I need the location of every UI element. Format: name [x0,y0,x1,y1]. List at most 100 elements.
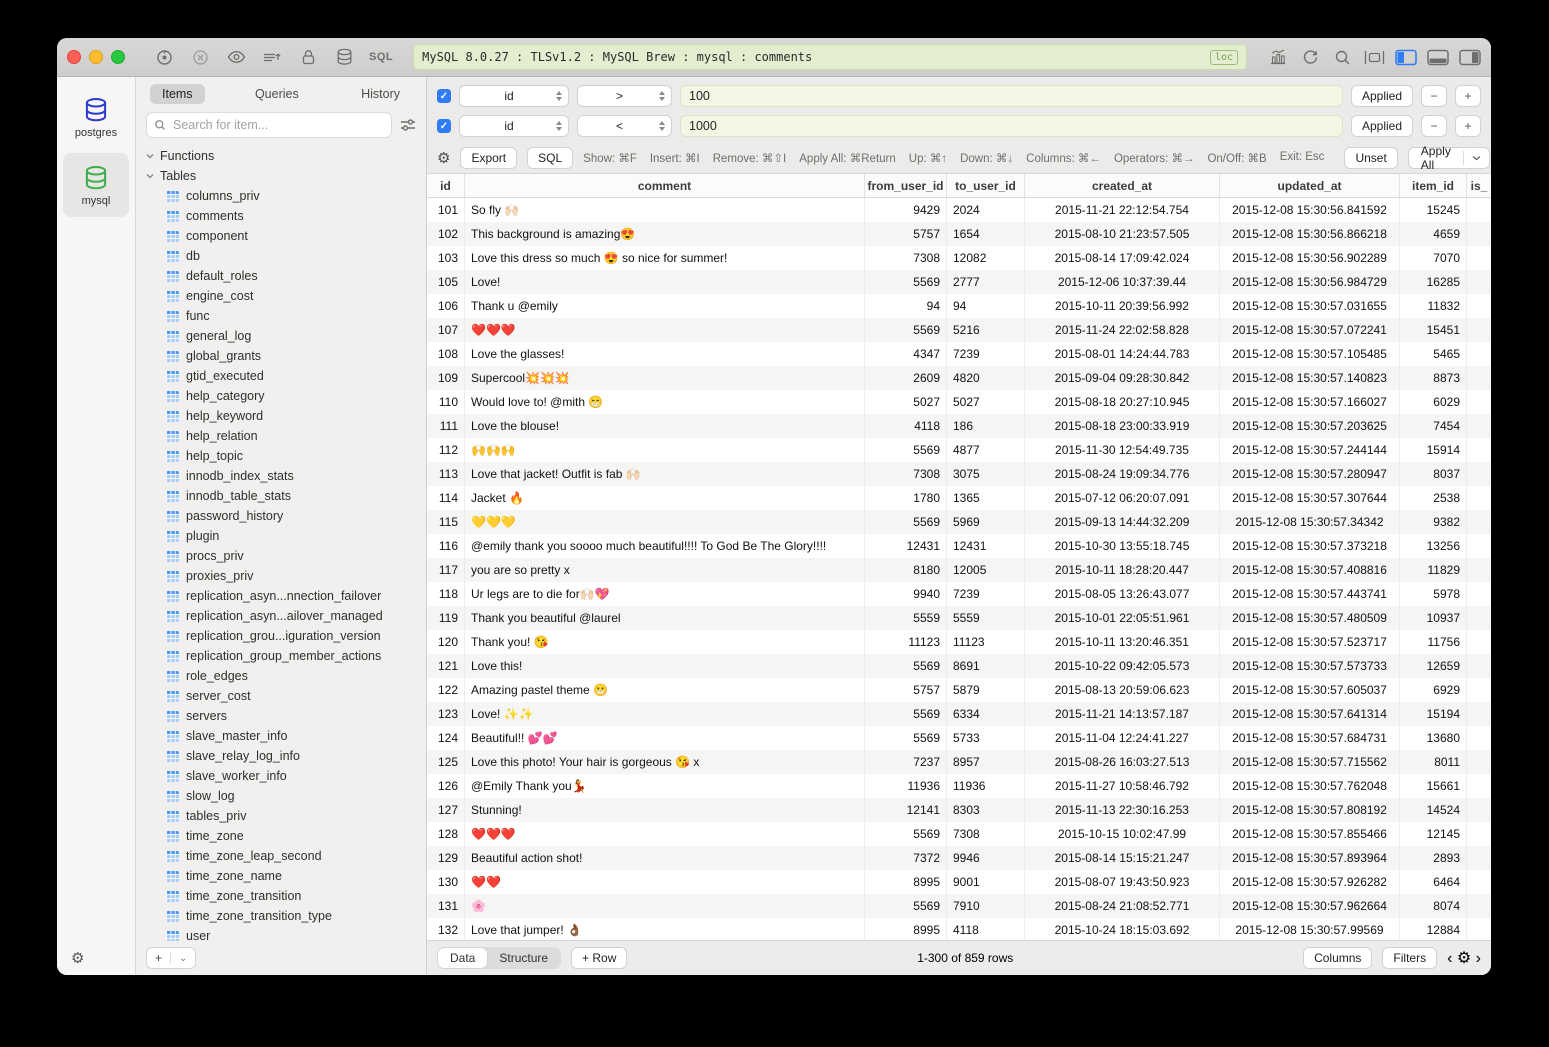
cell-updated_at[interactable]: 2015-12-08 15:30:57.166027 [1220,390,1400,414]
connection-postgres[interactable]: postgres [63,85,129,149]
cell-is_[interactable] [1467,654,1491,678]
cell-updated_at[interactable]: 2015-12-08 15:30:57.605037 [1220,678,1400,702]
cell-comment[interactable]: 🙌🙌🙌 [465,438,865,462]
page-settings-gear-icon[interactable]: ⚙ [1457,950,1471,967]
filter-enabled-checkbox[interactable]: ✓ [437,119,451,133]
apply-all-button[interactable]: Apply All [1408,147,1490,169]
sidebar-item-table[interactable]: time_zone [136,826,426,846]
column-header-item_id[interactable]: item_id [1400,174,1467,197]
cell-comment[interactable]: Jacket 🔥 [465,486,865,510]
tree-group-functions[interactable]: Functions [136,146,426,166]
cell-to_user_id[interactable]: 1365 [947,486,1025,510]
sidebar-item-table[interactable]: comments [136,206,426,226]
cell-to_user_id[interactable]: 5733 [947,726,1025,750]
sidebar-item-table[interactable]: server_cost [136,686,426,706]
cell-comment[interactable]: Love this dress so much 😍 so nice for su… [465,246,865,270]
cell-updated_at[interactable]: 2015-12-08 15:30:57.480509 [1220,606,1400,630]
sidebar-item-table[interactable]: component [136,226,426,246]
prev-page-button[interactable]: ‹ [1447,950,1452,967]
columns-button[interactable]: Columns [1303,947,1372,969]
cell-to_user_id[interactable]: 3075 [947,462,1025,486]
cell-comment[interactable]: @emily thank you soooo much beautiful!!!… [465,534,865,558]
close-window-button[interactable] [67,50,81,64]
cell-is_[interactable] [1467,750,1491,774]
cell-updated_at[interactable]: 2015-12-08 15:30:57.072241 [1220,318,1400,342]
cell-updated_at[interactable]: 2015-12-08 15:30:57.99569 [1220,918,1400,940]
center-layout-icon[interactable] [1363,47,1385,67]
cell-created_at[interactable]: 2015-10-30 13:55:18.745 [1025,534,1220,558]
cell-comment[interactable]: Love the glasses! [465,342,865,366]
cell-is_[interactable] [1467,510,1491,534]
cell-from_user_id[interactable]: 12141 [865,798,947,822]
cell-is_[interactable] [1467,894,1491,918]
cell-updated_at[interactable]: 2015-12-08 15:30:57.307644 [1220,486,1400,510]
cell-id[interactable]: 110 [427,390,465,414]
sidebar-item-table[interactable]: db [136,246,426,266]
tab-queries[interactable]: Queries [243,84,311,104]
sidebar-item-table[interactable]: help_relation [136,426,426,446]
cell-id[interactable]: 117 [427,558,465,582]
cell-id[interactable]: 118 [427,582,465,606]
cell-item_id[interactable]: 15245 [1400,198,1467,222]
sidebar-item-table[interactable]: global_grants [136,346,426,366]
cell-created_at[interactable]: 2015-10-11 18:28:20.447 [1025,558,1220,582]
cell-from_user_id[interactable]: 5757 [865,678,947,702]
filter-remove-button[interactable]: − [1421,85,1447,107]
cell-item_id[interactable]: 8037 [1400,462,1467,486]
cell-created_at[interactable]: 2015-11-21 14:13:57.187 [1025,702,1220,726]
cell-updated_at[interactable]: 2015-12-08 15:30:57.715562 [1220,750,1400,774]
cell-is_[interactable] [1467,462,1491,486]
cell-comment[interactable]: Love this photo! Your hair is gorgeous 😘… [465,750,865,774]
cell-created_at[interactable]: 2015-10-22 09:42:05.573 [1025,654,1220,678]
sidebar-item-table[interactable]: engine_cost [136,286,426,306]
cell-comment[interactable]: Thank you beautiful @laurel [465,606,865,630]
cell-from_user_id[interactable]: 94 [865,294,947,318]
cell-to_user_id[interactable]: 2777 [947,270,1025,294]
cell-created_at[interactable]: 2015-08-14 17:09:42.024 [1025,246,1220,270]
sql-button[interactable]: SQL [527,147,573,169]
cell-updated_at[interactable]: 2015-12-08 15:30:57.573733 [1220,654,1400,678]
tab-items[interactable]: Items [150,84,205,104]
cell-id[interactable]: 128 [427,822,465,846]
cell-from_user_id[interactable]: 11123 [865,630,947,654]
sidebar-item-table[interactable]: time_zone_leap_second [136,846,426,866]
cell-updated_at[interactable]: 2015-12-08 15:30:57.684731 [1220,726,1400,750]
export-button[interactable]: Export [460,147,517,169]
sidebar-item-table[interactable]: innodb_table_stats [136,486,426,506]
sidebar-item-table[interactable]: plugin [136,526,426,546]
cell-updated_at[interactable]: 2015-12-08 15:30:57.244144 [1220,438,1400,462]
cell-updated_at[interactable]: 2015-12-08 15:30:57.031655 [1220,294,1400,318]
cell-comment[interactable]: ❤️❤️ [465,870,865,894]
cell-to_user_id[interactable]: 7910 [947,894,1025,918]
cell-created_at[interactable]: 2015-08-14 15:15:21.247 [1025,846,1220,870]
next-page-button[interactable]: › [1476,950,1481,967]
cell-created_at[interactable]: 2015-08-26 16:03:27.513 [1025,750,1220,774]
cell-id[interactable]: 125 [427,750,465,774]
column-header-comment[interactable]: comment [465,174,865,197]
cell-to_user_id[interactable]: 2024 [947,198,1025,222]
cell-created_at[interactable]: 2015-10-24 18:15:03.692 [1025,918,1220,940]
cell-comment[interactable]: Love! ✨✨ [465,702,865,726]
sidebar-item-table[interactable]: servers [136,706,426,726]
sidebar-item-table[interactable]: password_history [136,506,426,526]
filter-remove-button[interactable]: − [1421,115,1447,137]
cell-item_id[interactable]: 11756 [1400,630,1467,654]
cell-created_at[interactable]: 2015-11-21 22:12:54.754 [1025,198,1220,222]
cell-is_[interactable] [1467,246,1491,270]
cell-from_user_id[interactable]: 5569 [865,438,947,462]
cell-from_user_id[interactable]: 5569 [865,702,947,726]
cell-id[interactable]: 131 [427,894,465,918]
cell-created_at[interactable]: 2015-08-18 20:27:10.945 [1025,390,1220,414]
sidebar-item-table[interactable]: func [136,306,426,326]
cell-item_id[interactable]: 12145 [1400,822,1467,846]
filter-add-button[interactable]: + [1455,85,1481,107]
cell-item_id[interactable]: 16285 [1400,270,1467,294]
cell-to_user_id[interactable]: 5216 [947,318,1025,342]
cell-from_user_id[interactable]: 5569 [865,726,947,750]
sidebar-item-table[interactable]: tables_priv [136,806,426,826]
cell-item_id[interactable]: 10937 [1400,606,1467,630]
cell-from_user_id[interactable]: 7237 [865,750,947,774]
cell-created_at[interactable]: 2015-10-01 22:05:51.961 [1025,606,1220,630]
cell-id[interactable]: 103 [427,246,465,270]
cell-id[interactable]: 113 [427,462,465,486]
